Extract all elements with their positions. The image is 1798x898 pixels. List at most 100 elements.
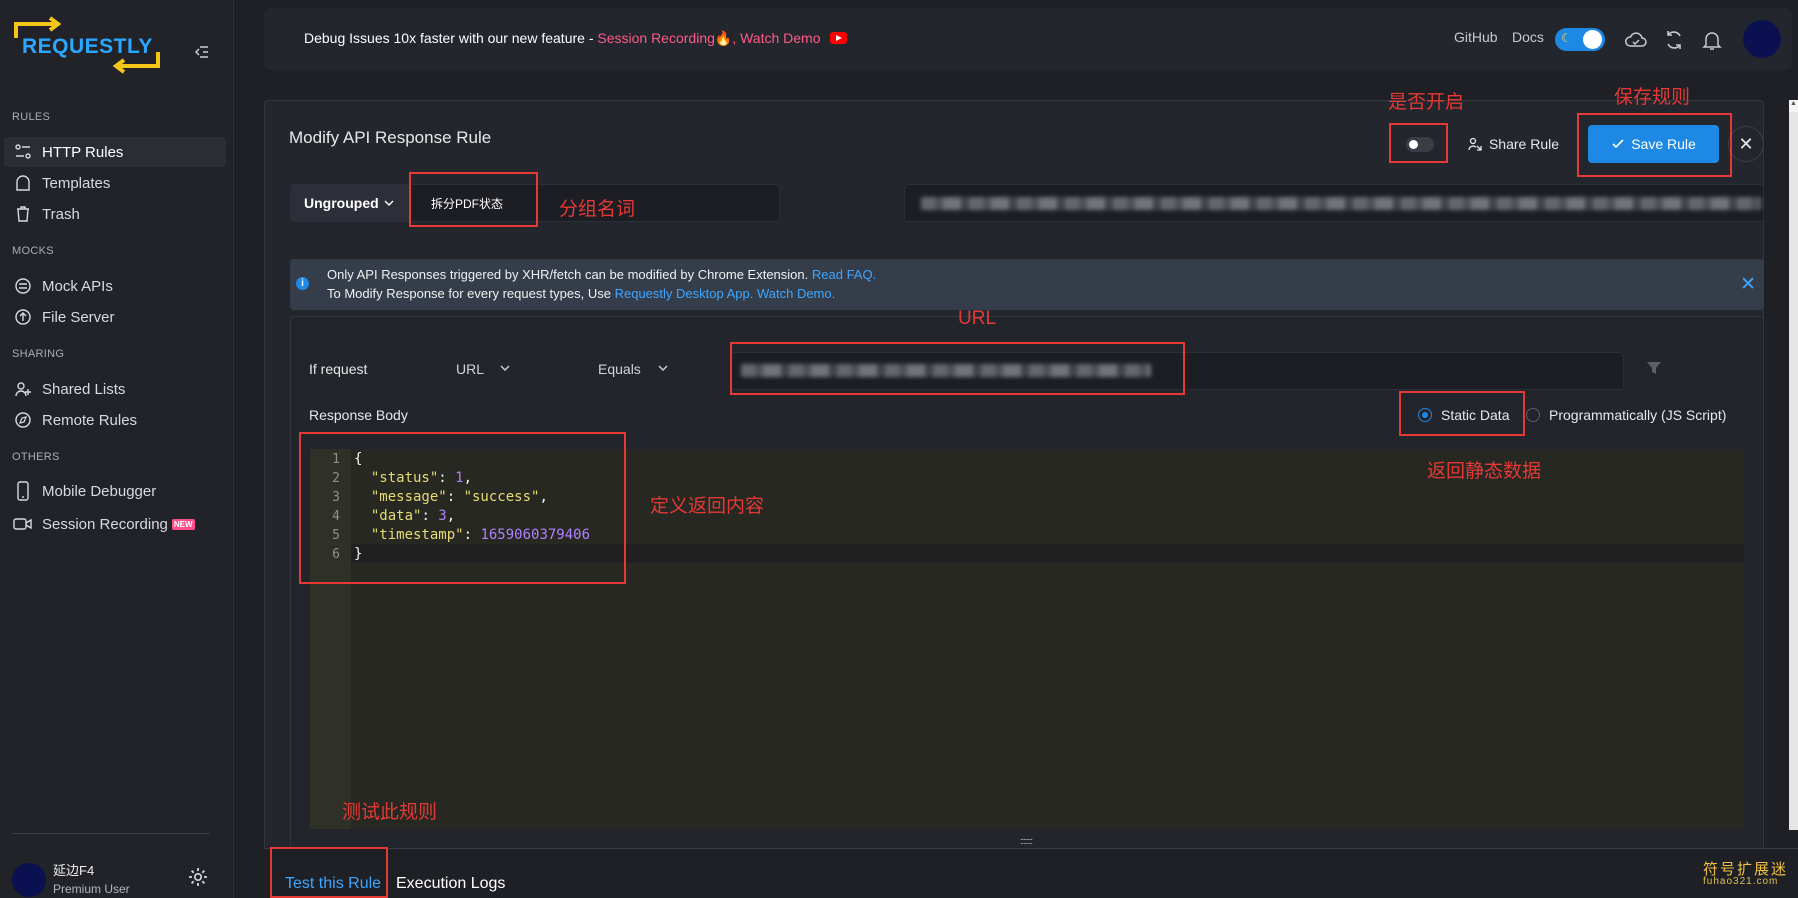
- response-body-label: Response Body: [309, 407, 408, 423]
- remote-rules-icon: [12, 409, 34, 431]
- section-title-mocks: MOCKS: [12, 245, 54, 257]
- user-name: 延边F4: [53, 863, 95, 878]
- video-icon: [12, 513, 34, 535]
- tab-execution-logs[interactable]: Execution Logs: [396, 875, 505, 893]
- desktop-app-link[interactable]: Requestly Desktop App.: [615, 286, 754, 301]
- annotation-toggle: 是否开启: [1388, 92, 1465, 113]
- section-title-sharing: SHARING: [12, 348, 65, 360]
- sidebar-item-label: File Server: [42, 308, 115, 326]
- file-server-icon: [12, 306, 34, 328]
- share-users-icon: [1468, 137, 1482, 151]
- sidebar-item-label: Mock APIs: [42, 277, 113, 295]
- if-request-label: If request: [309, 361, 368, 377]
- info-text-1: Only API Responses triggered by XHR/fetc…: [327, 267, 809, 282]
- section-title-rules: RULES: [12, 111, 51, 123]
- read-faq-link[interactable]: Read FAQ.: [812, 267, 876, 282]
- banner-link-session-recording[interactable]: Session Recording🔥: [597, 30, 732, 46]
- shared-lists-icon: [12, 378, 34, 400]
- chevron-down-icon: [384, 200, 394, 206]
- redacted-text: [921, 197, 1761, 210]
- close-alert-icon[interactable]: ✕: [1740, 273, 1756, 296]
- sidebar-item-templates[interactable]: Templates: [4, 168, 226, 198]
- sidebar-item-label: HTTP Rules: [42, 143, 124, 161]
- top-avatar[interactable]: [1743, 20, 1781, 58]
- docs-link[interactable]: Docs: [1512, 29, 1544, 45]
- annotation-box-test: [270, 847, 388, 898]
- annotation-content: 定义返回内容: [650, 496, 765, 517]
- filter-icon[interactable]: [1645, 359, 1663, 377]
- bell-icon[interactable]: [1700, 28, 1724, 52]
- banner-text: Debug Issues 10x faster with our new fea…: [304, 30, 594, 46]
- section-title-others: OTHERS: [12, 451, 60, 463]
- theme-toggle[interactable]: ☾: [1555, 28, 1605, 51]
- cloud-sync-icon[interactable]: [1624, 28, 1648, 52]
- collapse-sidebar-icon[interactable]: [194, 44, 210, 60]
- sidebar-item-session-recording[interactable]: Session Recording NEW: [4, 509, 226, 539]
- match-field-label: URL: [456, 361, 484, 377]
- match-operator-label: Equals: [598, 361, 641, 377]
- sidebar-item-label: Remote Rules: [42, 411, 138, 429]
- sidebar-item-mobile-debugger[interactable]: Mobile Debugger: [4, 476, 226, 506]
- annotation-test: 测试此规则: [342, 802, 438, 823]
- avatar[interactable]: [12, 863, 46, 897]
- sidebar-item-file-server[interactable]: File Server: [4, 302, 226, 332]
- banner-link-separator: ,: [732, 30, 741, 46]
- close-icon[interactable]: ✕: [1728, 126, 1764, 162]
- annotation-box-toggle: [1389, 123, 1448, 163]
- rule-description-input[interactable]: [904, 184, 1764, 222]
- banner-link-watch-demo[interactable]: Watch Demo: [740, 30, 820, 46]
- sidebar-item-remote-rules[interactable]: Remote Rules: [4, 405, 226, 435]
- logo-text: REQUESTLY: [22, 35, 153, 58]
- templates-icon: [12, 172, 34, 194]
- page-title: Modify API Response Rule: [289, 128, 492, 147]
- refresh-icon[interactable]: [1662, 28, 1686, 52]
- toggle-knob: [1583, 30, 1602, 49]
- sidebar-item-label: Trash: [42, 205, 80, 223]
- requestly-logo[interactable]: REQUESTLY: [10, 16, 165, 74]
- sidebar-item-trash[interactable]: Trash: [4, 199, 226, 229]
- resize-handle[interactable]: ::::::::: [1020, 836, 1033, 846]
- sidebar-item-http-rules[interactable]: HTTP Rules: [4, 137, 226, 167]
- programmatic-radio[interactable]: [1526, 408, 1540, 422]
- annotation-box-static: [1399, 391, 1525, 436]
- scroll-up-arrow[interactable]: ▲: [1789, 100, 1798, 112]
- annotation-url: URL: [958, 308, 997, 329]
- sidebar-divider: [12, 833, 210, 834]
- watch-demo-link[interactable]: Watch Demo.: [757, 286, 835, 301]
- info-icon: i: [296, 277, 309, 290]
- group-dropdown-label: Ungrouped: [304, 195, 379, 211]
- mobile-icon: [12, 480, 34, 502]
- match-field-dropdown[interactable]: URL: [456, 361, 511, 377]
- mock-api-icon: [12, 275, 34, 297]
- info-line-1: Only API Responses triggered by XHR/fetc…: [327, 267, 876, 282]
- chevron-down-icon: [658, 365, 668, 371]
- watermark-url: fuhao321.com: [1703, 876, 1779, 887]
- github-link[interactable]: GitHub: [1454, 29, 1498, 45]
- moon-icon: ☾: [1561, 31, 1572, 45]
- gear-icon[interactable]: [187, 866, 209, 888]
- annotation-group: 分组名词: [559, 199, 636, 220]
- info-line-2: To Modify Response for every request typ…: [327, 286, 835, 301]
- share-rule-button[interactable]: Share Rule: [1454, 126, 1572, 162]
- announcement-banner: Debug Issues 10x faster with our new fea…: [304, 30, 848, 47]
- annotation-box-save: [1577, 113, 1732, 177]
- annotation-box-content: [299, 432, 626, 584]
- group-dropdown[interactable]: Ungrouped: [290, 184, 410, 222]
- rules-icon: [12, 141, 34, 163]
- youtube-icon[interactable]: [830, 32, 848, 44]
- sidebar-item-shared-lists[interactable]: Shared Lists: [4, 374, 226, 404]
- sidebar-item-label: Templates: [42, 174, 111, 192]
- scrollbar[interactable]: [1789, 100, 1798, 830]
- programmatic-label[interactable]: Programmatically (JS Script): [1549, 407, 1726, 423]
- match-operator-dropdown[interactable]: Equals: [598, 361, 669, 377]
- sidebar: REQUESTLY RULES HTTP Rules Templates Tra…: [0, 0, 234, 898]
- annotation-static: 返回静态数据: [1427, 461, 1542, 482]
- sidebar-item-label: Session Recording: [42, 515, 168, 533]
- sidebar-item-label: Shared Lists: [42, 380, 126, 398]
- trash-icon: [12, 203, 34, 225]
- info-alert: i Only API Responses triggered by XHR/fe…: [290, 259, 1764, 310]
- annotation-box-url: [730, 342, 1185, 395]
- sidebar-item-mock-apis[interactable]: Mock APIs: [4, 271, 226, 301]
- user-role: Premium User: [53, 882, 130, 896]
- annotation-save: 保存规则: [1614, 87, 1691, 108]
